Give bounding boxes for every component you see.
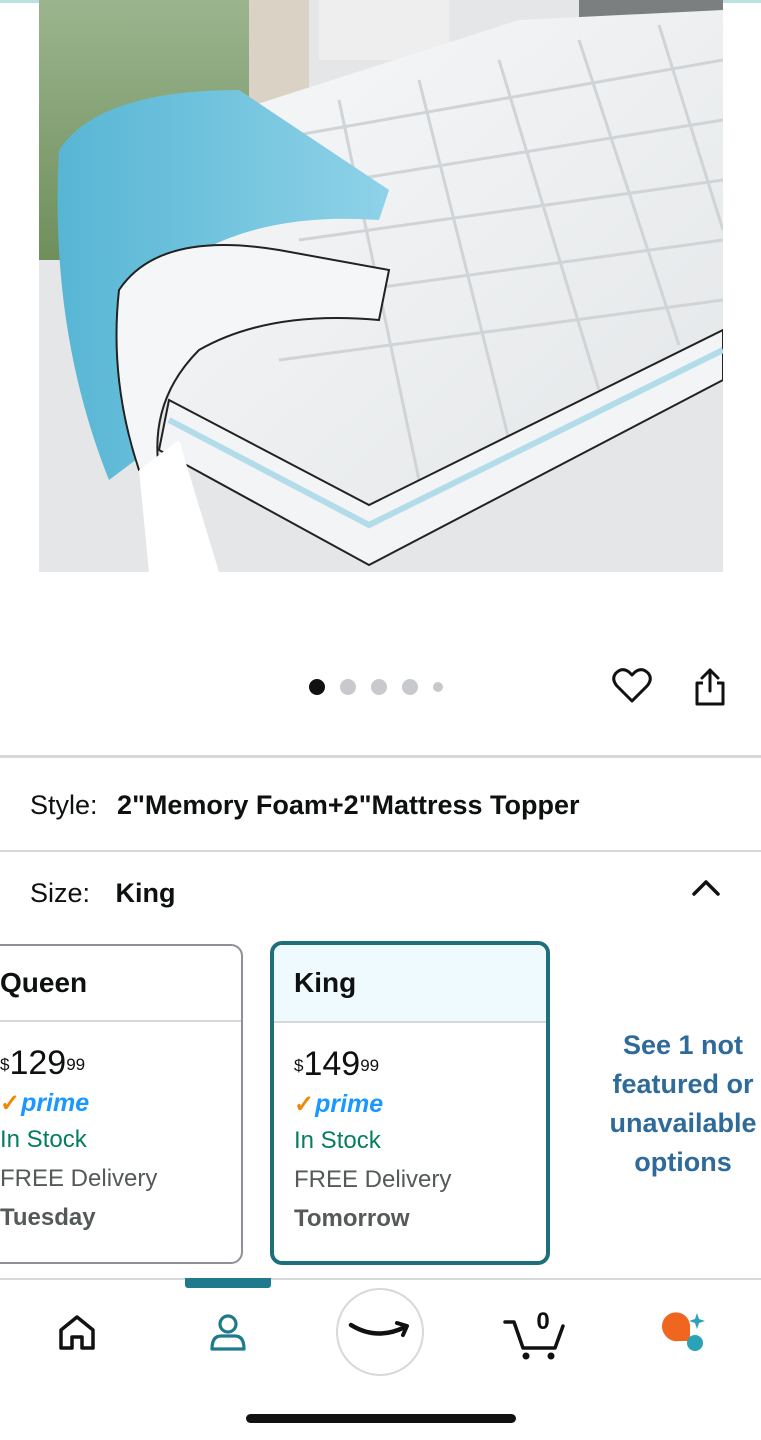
tab-menu[interactable] — [644, 1292, 724, 1372]
section-divider — [0, 850, 761, 852]
carousel-dot[interactable] — [433, 682, 443, 692]
share-button[interactable] — [688, 664, 732, 710]
wishlist-button[interactable] — [609, 664, 655, 708]
carousel-dot[interactable] — [309, 679, 325, 695]
delivery-text: FREE Delivery — [294, 1166, 452, 1193]
stock-status: In Stock — [0, 1126, 87, 1153]
menu-icon — [662, 1312, 705, 1351]
prime-badge: ✓ prime — [0, 1088, 90, 1117]
size-option-name: King — [274, 945, 546, 1023]
home-icon — [59, 1315, 95, 1350]
prime-badge: ✓ prime — [294, 1089, 384, 1118]
delivery-day: Tuesday — [0, 1204, 96, 1231]
carousel-dot[interactable] — [371, 679, 387, 695]
delivery-text: FREE Delivery — [0, 1165, 158, 1192]
tab-amazon[interactable] — [336, 1288, 424, 1376]
stock-status: In Stock — [294, 1127, 381, 1154]
active-tab-indicator — [185, 1278, 271, 1288]
home-indicator — [246, 1414, 516, 1423]
size-option-queen[interactable]: Queen $12999 ✓ prime In Stock FREE Delive… — [0, 944, 243, 1264]
style-selector[interactable]: Style: 2"Memory Foam+2"Mattress Topper — [30, 790, 580, 821]
mattress-illustration — [39, 0, 723, 572]
image-carousel-dots[interactable] — [309, 679, 443, 695]
account-icon — [210, 1314, 246, 1351]
size-selector-header[interactable]: Size: King — [30, 878, 176, 909]
price: $12999 — [0, 1044, 86, 1082]
price: $14999 — [294, 1045, 380, 1083]
tab-account[interactable] — [188, 1292, 268, 1372]
share-icon — [695, 668, 725, 706]
tab-cart[interactable]: 0 — [494, 1292, 574, 1372]
product-image[interactable] — [39, 0, 723, 572]
heart-icon — [612, 668, 652, 703]
size-label: Size: — [30, 878, 91, 908]
size-value: King — [115, 878, 176, 908]
tab-home[interactable] — [37, 1292, 117, 1372]
section-divider — [0, 755, 761, 758]
size-option-king[interactable]: King $14999 ✓ prime In Stock FREE Deliver… — [270, 941, 550, 1265]
style-value: 2"Memory Foam+2"Mattress Topper — [117, 790, 580, 820]
carousel-dot[interactable] — [340, 679, 356, 695]
size-option-name: Queen — [0, 946, 241, 1022]
cart-count-badge: 0 — [536, 1308, 550, 1335]
style-label: Style: — [30, 790, 98, 820]
delivery-day: Tomorrow — [294, 1205, 410, 1232]
carousel-dot[interactable] — [402, 679, 418, 695]
amazon-smile-icon — [348, 1321, 409, 1337]
tabbar-divider — [0, 1278, 761, 1280]
see-unavailable-options-link[interactable]: See 1 not featured or unavailable option… — [596, 1026, 761, 1182]
chevron-up-icon[interactable] — [690, 874, 722, 900]
